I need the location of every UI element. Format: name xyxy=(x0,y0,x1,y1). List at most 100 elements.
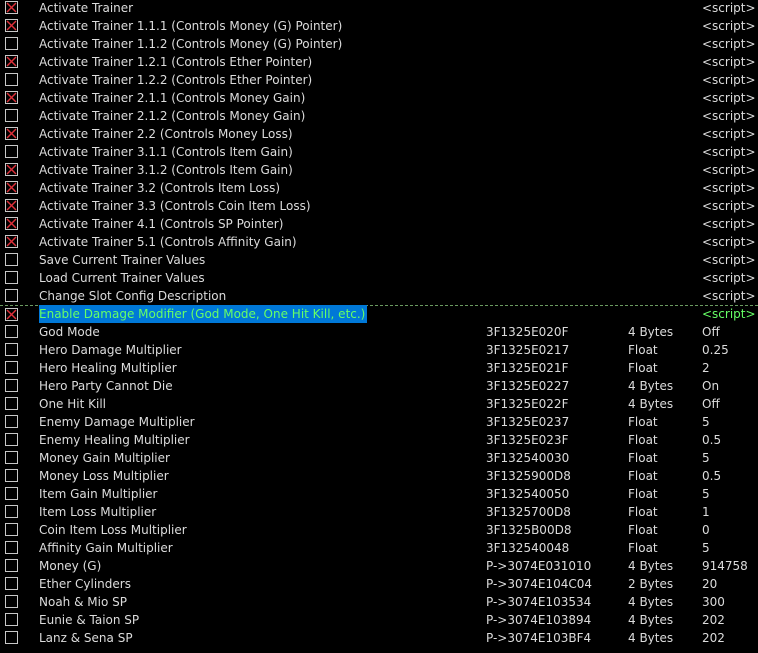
entry-description[interactable]: Activate Trainer 1.1.2 (Controls Money (… xyxy=(39,35,342,53)
entry-value[interactable]: <script> xyxy=(702,53,756,71)
cheat-entry-row[interactable]: Enable Damage Modifier (God Mode, One Hi… xyxy=(0,305,758,323)
entry-value[interactable]: <script> xyxy=(702,305,756,323)
active-checkbox[interactable] xyxy=(5,37,18,50)
entry-value[interactable]: <script> xyxy=(702,179,756,197)
active-checkbox[interactable] xyxy=(5,127,18,140)
entry-value[interactable]: 5 xyxy=(702,539,710,557)
entry-description[interactable]: Activate Trainer 3.1.1 (Controls Item Ga… xyxy=(39,143,293,161)
active-checkbox[interactable] xyxy=(5,253,18,266)
cheat-entry-row[interactable]: God Mode 3F1325E020F 4 Bytes Off xyxy=(0,323,758,341)
cheat-entry-row[interactable]: Activate Trainer 3.3 (Controls Coin Item… xyxy=(0,197,758,215)
entry-description[interactable]: Money Gain Multiplier xyxy=(39,449,170,467)
entry-description[interactable]: Load Current Trainer Values xyxy=(39,269,205,287)
active-checkbox[interactable] xyxy=(5,109,18,122)
cheat-entry-row[interactable]: Item Gain Multiplier 3F132540050 Float 5 xyxy=(0,485,758,503)
active-checkbox[interactable] xyxy=(5,91,18,104)
entry-value[interactable]: <script> xyxy=(702,89,756,107)
entry-description[interactable]: Noah & Mio SP xyxy=(39,593,127,611)
active-checkbox[interactable] xyxy=(5,343,18,356)
cheat-entry-row[interactable]: Affinity Gain Multiplier 3F132540048 Flo… xyxy=(0,539,758,557)
active-checkbox[interactable] xyxy=(5,361,18,374)
cheat-entry-row[interactable]: Activate Trainer 1.1.1 (Controls Money (… xyxy=(0,17,758,35)
entry-description[interactable]: Coin Item Loss Multiplier xyxy=(39,521,187,539)
entry-value[interactable]: 1 xyxy=(702,503,710,521)
cheat-entry-row[interactable]: Activate Trainer 2.1.1 (Controls Money G… xyxy=(0,89,758,107)
entry-value[interactable]: 20 xyxy=(702,575,717,593)
cheat-entry-row[interactable]: Money Gain Multiplier 3F132540030 Float … xyxy=(0,449,758,467)
entry-value[interactable]: <script> xyxy=(702,161,756,179)
entry-value[interactable]: <script> xyxy=(702,287,756,305)
active-checkbox[interactable] xyxy=(5,451,18,464)
active-checkbox[interactable] xyxy=(5,523,18,536)
entry-description[interactable]: Change Slot Config Description xyxy=(39,287,226,305)
active-checkbox[interactable] xyxy=(5,469,18,482)
cheat-entry-row[interactable]: Activate Trainer 3.1.1 (Controls Item Ga… xyxy=(0,143,758,161)
entry-value[interactable]: 5 xyxy=(702,449,710,467)
cheat-entry-row[interactable]: Activate Trainer 4.1 (Controls SP Pointe… xyxy=(0,215,758,233)
cheat-entry-row[interactable]: Save Current Trainer Values <script> xyxy=(0,251,758,269)
active-checkbox[interactable] xyxy=(5,505,18,518)
entry-description[interactable]: Enemy Healing Multiplier xyxy=(39,431,190,449)
entry-value[interactable]: 0 xyxy=(702,521,710,539)
entry-value[interactable]: <script> xyxy=(702,71,756,89)
cheat-entry-row[interactable]: Activate Trainer 3.2 (Controls Item Loss… xyxy=(0,179,758,197)
entry-description[interactable]: Activate Trainer 1.2.1 (Controls Ether P… xyxy=(39,53,312,71)
cheat-entry-row[interactable]: Load Current Trainer Values <script> xyxy=(0,269,758,287)
active-checkbox[interactable] xyxy=(5,559,18,572)
entry-description[interactable]: God Mode xyxy=(39,323,100,341)
cheat-entry-row[interactable]: Enemy Damage Multiplier 3F1325E0237 Floa… xyxy=(0,413,758,431)
active-checkbox[interactable] xyxy=(5,1,18,14)
entry-value[interactable]: <script> xyxy=(702,233,756,251)
active-checkbox[interactable] xyxy=(5,433,18,446)
entry-value[interactable]: Off xyxy=(702,323,720,341)
entry-value[interactable]: <script> xyxy=(702,0,756,17)
entry-description[interactable]: Hero Party Cannot Die xyxy=(39,377,173,395)
cheat-entry-row[interactable]: Hero Party Cannot Die 3F1325E0227 4 Byte… xyxy=(0,377,758,395)
entry-value[interactable]: 202 xyxy=(702,629,725,647)
cheat-entry-row[interactable]: Activate Trainer <script> xyxy=(0,0,758,17)
cheat-entry-row[interactable]: Ether Cylinders P->3074E104C04 2 Bytes 2… xyxy=(0,575,758,593)
entry-value[interactable]: <script> xyxy=(702,143,756,161)
entry-value[interactable]: <script> xyxy=(702,251,756,269)
entry-value[interactable]: <script> xyxy=(702,17,756,35)
active-checkbox[interactable] xyxy=(5,487,18,500)
cheat-entry-row[interactable]: Activate Trainer 1.1.2 (Controls Money (… xyxy=(0,35,758,53)
entry-value[interactable]: <script> xyxy=(702,125,756,143)
active-checkbox[interactable] xyxy=(5,181,18,194)
active-checkbox[interactable] xyxy=(5,541,18,554)
active-checkbox[interactable] xyxy=(5,415,18,428)
entry-description[interactable]: Activate Trainer 5.1 (Controls Affinity … xyxy=(39,233,297,251)
entry-description[interactable]: Activate Trainer 2.2 (Controls Money Los… xyxy=(39,125,293,143)
active-checkbox[interactable] xyxy=(5,235,18,248)
cheat-entry-row[interactable]: Activate Trainer 3.1.2 (Controls Item Ga… xyxy=(0,161,758,179)
cheat-entry-row[interactable]: Eunie & Taion SP P->3074E103894 4 Bytes … xyxy=(0,611,758,629)
entry-description[interactable]: Activate Trainer 1.2.2 (Controls Ether P… xyxy=(39,71,312,89)
active-checkbox[interactable] xyxy=(5,325,18,338)
entry-value[interactable]: Off xyxy=(702,395,720,413)
entry-description[interactable]: Item Loss Multiplier xyxy=(39,503,156,521)
entry-description[interactable]: Activate Trainer 3.2 (Controls Item Loss… xyxy=(39,179,280,197)
entry-description[interactable]: Activate Trainer 4.1 (Controls SP Pointe… xyxy=(39,215,283,233)
active-checkbox[interactable] xyxy=(5,73,18,86)
active-checkbox[interactable] xyxy=(5,217,18,230)
entry-description[interactable]: Activate Trainer xyxy=(39,0,133,17)
active-checkbox[interactable] xyxy=(5,289,18,302)
entry-description[interactable]: Eunie & Taion SP xyxy=(39,611,139,629)
entry-value[interactable]: 0.5 xyxy=(702,467,721,485)
cheat-entry-row[interactable]: Coin Item Loss Multiplier 3F1325B00D8 Fl… xyxy=(0,521,758,539)
active-checkbox[interactable] xyxy=(5,145,18,158)
entry-value[interactable]: 0.5 xyxy=(702,431,721,449)
entry-description[interactable]: Activate Trainer 2.1.1 (Controls Money G… xyxy=(39,89,305,107)
active-checkbox[interactable] xyxy=(5,163,18,176)
active-checkbox[interactable] xyxy=(5,631,18,644)
cheat-entry-row[interactable]: Hero Healing Multiplier 3F1325E021F Floa… xyxy=(0,359,758,377)
entry-description[interactable]: One Hit Kill xyxy=(39,395,106,413)
active-checkbox[interactable] xyxy=(5,271,18,284)
cheat-entry-row[interactable]: Activate Trainer 2.1.2 (Controls Money G… xyxy=(0,107,758,125)
entry-description[interactable]: Money Loss Multiplier xyxy=(39,467,169,485)
entry-description[interactable]: Enemy Damage Multiplier xyxy=(39,413,195,431)
entry-value[interactable]: 914758 xyxy=(702,557,748,575)
entry-description[interactable]: Money (G) xyxy=(39,557,101,575)
active-checkbox[interactable] xyxy=(5,397,18,410)
cheat-entry-row[interactable]: Activate Trainer 5.1 (Controls Affinity … xyxy=(0,233,758,251)
